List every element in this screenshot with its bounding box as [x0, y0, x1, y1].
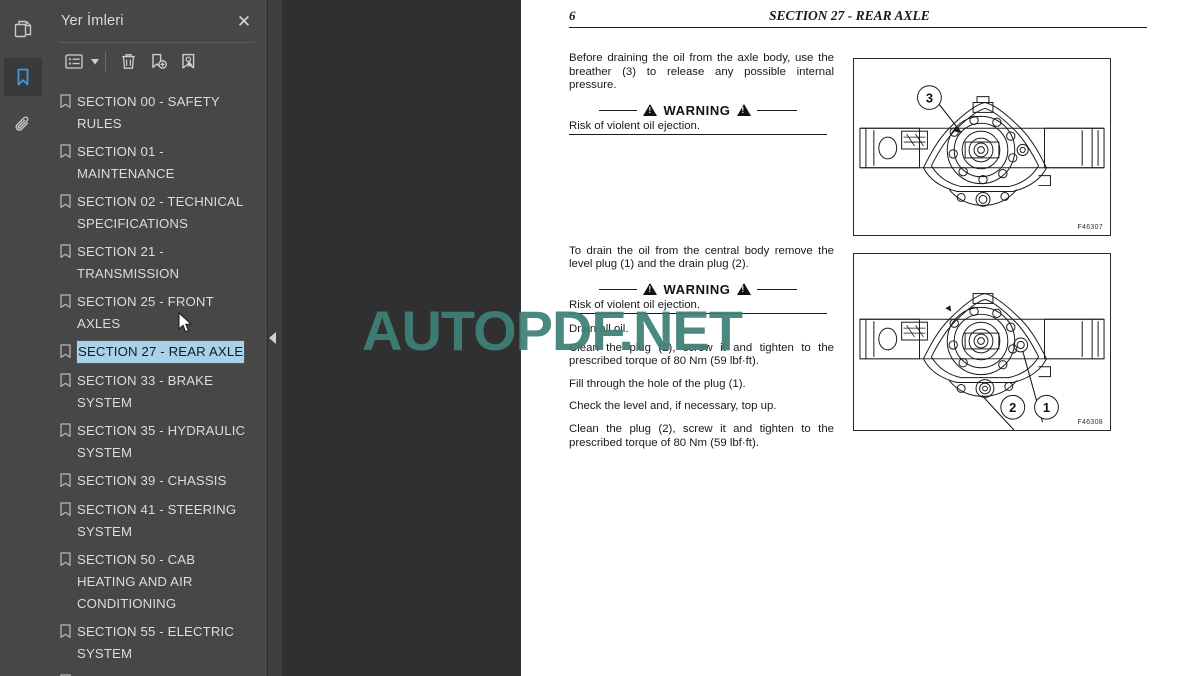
bookmark-item[interactable]: SECTION 41 - STEERING SYSTEM [46, 496, 268, 546]
document-page: 6 SECTION 27 - REAR AXLE Before draining… [521, 0, 1200, 676]
bookmark-icon [60, 420, 77, 443]
figure-rear-axle-plugs: 2 1 F46308 [853, 253, 1111, 431]
warning-text: Risk of violent oil ejection. [569, 297, 827, 314]
document-header: 6 SECTION 27 - REAR AXLE [569, 8, 1147, 28]
bookmark-item-label: SECTION 25 - FRONT AXLES [77, 294, 214, 331]
warning-triangle-icon [736, 283, 751, 296]
bookmark-icon [60, 549, 77, 572]
paragraph-clean-plug-2: Clean the plug (2), screw it and tighten… [569, 422, 834, 449]
bookmark-item-label: SECTION 55 - ELECTRIC SYSTEM [77, 624, 235, 661]
bookmark-icon [60, 191, 77, 214]
chevron-left-icon [268, 332, 276, 344]
document-text-column: Before draining the oil from the axle bo… [569, 52, 834, 459]
bookmark-item-label: SECTION 82 - LOADER [77, 671, 223, 676]
bookmark-item-label: SECTION 41 - STEERING SYSTEM [77, 502, 237, 539]
bookmark-icon [60, 141, 77, 164]
bookmark-icon [60, 499, 77, 522]
bookmark-item[interactable]: SECTION 02 - TECHNICAL SPECIFICATIONS [46, 188, 268, 238]
bookmarks-icon[interactable] [4, 58, 50, 96]
bookmark-icon [60, 621, 77, 644]
bookmark-item-label: SECTION 00 - SAFETY RULES [77, 94, 220, 131]
page-thumbnails-icon[interactable] [4, 10, 42, 48]
bookmark-item[interactable]: SECTION 35 - HYDRAULIC SYSTEM [46, 417, 268, 467]
bookmark-item-label: SECTION 39 - CHASSIS [77, 473, 227, 488]
bookmark-options-icon[interactable] [59, 48, 89, 76]
attachments-icon[interactable] [4, 106, 42, 144]
warning-label: WARNING [663, 102, 731, 118]
bookmark-item-label: SECTION 21 - TRANSMISSION [77, 244, 180, 281]
bookmark-item[interactable]: SECTION 33 - BRAKE SYSTEM [46, 367, 268, 417]
warning-rule-left [599, 288, 638, 291]
warning-triangle-icon [736, 104, 751, 117]
warning-label: WARNING [663, 281, 731, 297]
paragraph-drain-intro: To drain the oil from the central body r… [569, 244, 834, 271]
bookmark-icon [60, 341, 77, 364]
bookmark-icon [60, 370, 77, 393]
toolbar-divider [105, 51, 106, 72]
bookmarks-list: SECTION 00 - SAFETY RULES SECTION 01 - MA… [46, 82, 268, 676]
bookmark-item-label: SECTION 50 - CAB HEATING AND AIR CONDITI… [77, 552, 196, 611]
bookmark-item-label: SECTION 35 - HYDRAULIC SYSTEM [77, 423, 246, 460]
delete-bookmark-icon[interactable] [113, 48, 143, 76]
warning-rule-right [756, 288, 797, 291]
bookmark-icon [60, 91, 77, 114]
warning-block-1: WARNING Risk of violent oil ejection. [569, 103, 827, 135]
bookmark-item-label: SECTION 33 - BRAKE SYSTEM [77, 373, 214, 410]
new-bookmark-icon[interactable] [143, 48, 173, 76]
paragraph-intro: Before draining the oil from the axle bo… [569, 52, 834, 92]
svg-text:2: 2 [1009, 400, 1016, 415]
close-icon[interactable]: ✕ [235, 12, 253, 30]
warning-triangle-icon [643, 104, 658, 117]
figure-code: F46308 [1077, 419, 1103, 426]
bookmark-item[interactable]: SECTION 00 - SAFETY RULES [46, 88, 268, 138]
bookmark-item[interactable]: SECTION 25 - FRONT AXLES [46, 288, 268, 338]
edit-bookmark-icon[interactable] [173, 48, 203, 76]
bookmark-item[interactable]: SECTION 55 - ELECTRIC SYSTEM [46, 618, 268, 668]
warning-block-2: WARNING Risk of violent oil ejection. [569, 282, 827, 314]
navigation-icon-rail [0, 0, 50, 676]
pdf-viewer-window: Yer İmleri ✕ SECTION 00 - SAFETY RULES S… [0, 0, 1200, 676]
bookmark-item[interactable]: SECTION 39 - CHASSIS [46, 467, 268, 496]
warning-rule-left [599, 109, 638, 111]
bookmark-item[interactable]: SECTION 50 - CAB HEATING AND AIR CONDITI… [46, 546, 268, 618]
bookmarks-panel: Yer İmleri ✕ SECTION 00 - SAFETY RULES S… [46, 0, 268, 676]
bookmark-icon [60, 470, 77, 493]
warning-text: Risk of violent oil ejection. [569, 118, 827, 135]
warning-rule-right [756, 109, 797, 111]
document-section-title: SECTION 27 - REAR AXLE [769, 8, 930, 23]
paragraph-drain-all: Drain all oil. [569, 322, 629, 335]
svg-text:3: 3 [926, 91, 933, 106]
bookmark-item[interactable]: SECTION 01 - MAINTENANCE [46, 138, 268, 188]
bookmark-icon [60, 241, 77, 264]
bookmark-icon [60, 671, 77, 676]
bookmark-item-label: SECTION 02 - TECHNICAL SPECIFICATIONS [77, 194, 243, 231]
bookmarks-panel-title: Yer İmleri [61, 13, 124, 29]
figure-code: F46307 [1077, 224, 1103, 231]
svg-text:1: 1 [1043, 400, 1050, 415]
paragraph-fill-hole: Fill through the hole of the plug (1). [569, 377, 746, 390]
bookmark-item-label: SECTION 27 - REAR AXLE [75, 340, 246, 364]
bookmark-item[interactable]: SECTION 82 - LOADER [46, 668, 268, 676]
document-viewer[interactable]: 6 SECTION 27 - REAR AXLE Before draining… [282, 0, 1200, 676]
page-number: 6 [569, 8, 576, 23]
warning-triangle-icon [643, 283, 658, 296]
bookmark-item[interactable]: SECTION 27 - REAR AXLE [46, 338, 268, 367]
bookmarks-panel-header: Yer İmleri ✕ [46, 0, 267, 42]
figure-rear-axle-breather: 3 F46307 [853, 58, 1111, 236]
bookmark-item-label: SECTION 01 - MAINTENANCE [77, 144, 175, 181]
bookmark-item[interactable]: SECTION 21 - TRANSMISSION [46, 238, 268, 288]
bookmarks-list-scroll-area[interactable]: SECTION 00 - SAFETY RULES SECTION 01 - MA… [46, 82, 268, 676]
chevron-down-icon[interactable] [89, 48, 101, 76]
paragraph-check-level: Check the level and, if necessary, top u… [569, 400, 777, 413]
bookmarks-toolbar [59, 42, 254, 80]
bookmark-icon [60, 291, 77, 314]
paragraph-clean-plug-1: Clean the plug (2), screw it and tighten… [569, 341, 834, 368]
